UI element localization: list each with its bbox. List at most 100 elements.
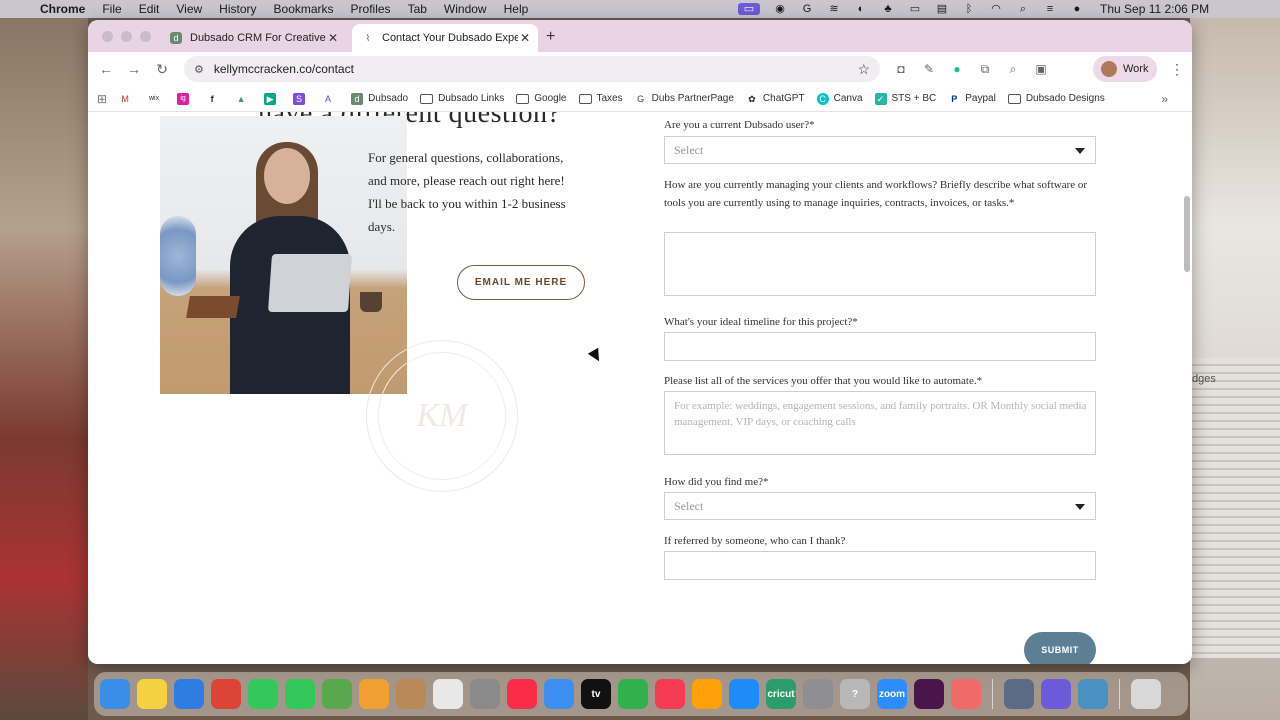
bookmark-s[interactable]: S [293, 92, 310, 105]
dock-reminders-icon[interactable] [433, 679, 463, 709]
address-bar[interactable]: ⚙ kellymccracken.co/contact ☆ [184, 56, 880, 82]
profile-button[interactable]: Work [1093, 56, 1157, 82]
bookmark-canva[interactable]: C Canva [816, 92, 863, 105]
side-panel-icon[interactable]: ▣ [1034, 62, 1048, 76]
menu-tab[interactable]: Tab [408, 2, 427, 16]
close-tab-icon[interactable]: ✕ [328, 31, 338, 45]
chevron-more-icon[interactable]: » [1161, 92, 1168, 106]
page-scrollbar[interactable] [1184, 196, 1190, 272]
menu-view[interactable]: View [176, 2, 202, 16]
dock-asana-icon[interactable] [951, 679, 981, 709]
minimize-window-button[interactable] [121, 31, 132, 42]
battery-icon[interactable]: ▭ [908, 3, 922, 15]
bookmark-google[interactable]: Google [516, 93, 567, 104]
reload-icon[interactable]: ↻ [154, 61, 170, 78]
back-arrow-icon[interactable]: ← [98, 61, 114, 77]
grammarly-icon[interactable]: G [800, 3, 814, 15]
tab-dubsado-crm[interactable]: d Dubsado CRM For Creatives ✕ [160, 24, 346, 52]
dock-facetime-icon[interactable] [248, 679, 278, 709]
menu-history[interactable]: History [219, 2, 256, 16]
dock-messages-icon[interactable] [285, 679, 315, 709]
dock-cricut-icon[interactable]: cricut [766, 679, 796, 709]
tab-contact[interactable]: ⌇ Contact Your Dubsado Expert ✕ [352, 24, 538, 52]
new-tab-icon[interactable]: + [546, 28, 555, 46]
dock-preview-icon[interactable] [1004, 679, 1034, 709]
dock-mail-icon[interactable] [544, 679, 574, 709]
bookmark-dubsado-links[interactable]: Dubsado Links [420, 93, 504, 104]
bookmark-instagram[interactable]: ig [177, 92, 194, 105]
share-icon[interactable]: ♣ [881, 3, 895, 15]
bookmark-facebook[interactable]: f [206, 92, 223, 105]
menu-window[interactable]: Window [444, 2, 487, 16]
focus-icon[interactable]: ◐ [854, 3, 868, 15]
extensions-puzzle-icon[interactable]: ⧉ [978, 62, 992, 76]
bookmark-a[interactable]: A [322, 92, 339, 105]
bookmark-dubs-partnerpage[interactable]: G Dubs PartnerPage [634, 92, 734, 105]
timeline-input[interactable] [664, 332, 1096, 361]
dock-news-icon[interactable] [655, 679, 685, 709]
dock-launchpad-icon[interactable] [470, 679, 500, 709]
wifi-icon[interactable]: ◠ [989, 3, 1003, 15]
dock-zoom-icon[interactable]: zoom [877, 679, 907, 709]
menubar-clock[interactable]: Thu Sep 11 2:06 PM [1100, 2, 1209, 16]
bookmark-gmail[interactable]: M [119, 92, 136, 105]
screenshot-extension-icon[interactable]: ◘ [894, 62, 908, 76]
control-center-icon[interactable]: ≡ [1043, 3, 1057, 15]
dock-system-settings-icon[interactable] [803, 679, 833, 709]
bookmark-google-drive[interactable]: ▲ [235, 92, 252, 105]
dubsado-user-select[interactable]: Select [664, 136, 1096, 164]
dock-trash-icon[interactable] [1131, 679, 1161, 709]
menu-profiles[interactable]: Profiles [351, 2, 391, 16]
grammarly-extension-icon[interactable]: ● [950, 62, 964, 76]
menu-extra-icon[interactable]: ≋ [827, 3, 841, 15]
menu-file[interactable]: File [102, 2, 121, 16]
referral-input[interactable] [664, 551, 1096, 580]
dock-quicktime-icon[interactable] [1078, 679, 1108, 709]
bookmark-wix[interactable]: wix [148, 92, 165, 105]
dock-notes-icon[interactable] [137, 679, 167, 709]
dock-maps-icon[interactable] [322, 679, 352, 709]
eyedropper-extension-icon[interactable]: ✎ [922, 62, 936, 76]
bookmark-dubsado-designs[interactable]: Dubsado Designs [1007, 93, 1105, 104]
bookmark-star-icon[interactable]: ☆ [857, 61, 870, 78]
dock-perplexity-icon[interactable] [1041, 679, 1071, 709]
close-tab-icon[interactable]: ✕ [520, 31, 530, 45]
email-me-button[interactable]: EMAIL ME HERE [457, 265, 585, 300]
menu-edit[interactable]: Edit [139, 2, 160, 16]
bookmark-paypal[interactable]: P Paypal [948, 92, 996, 105]
dock-app-store-icon[interactable] [729, 679, 759, 709]
bookmark-sts-bc[interactable]: ✓ STS + BC [874, 92, 936, 105]
how-found-select[interactable]: Select [664, 492, 1096, 520]
dock-slack-icon[interactable] [914, 679, 944, 709]
apps-grid-icon[interactable]: ⊞ [97, 92, 107, 106]
dock-finder-icon[interactable] [100, 679, 130, 709]
dock-numbers-icon[interactable] [618, 679, 648, 709]
close-window-button[interactable] [102, 31, 113, 42]
site-info-icon[interactable]: ⚙ [194, 63, 204, 76]
dock-chrome-icon[interactable] [211, 679, 241, 709]
dock-music-icon[interactable] [507, 679, 537, 709]
dock-pages-icon[interactable] [692, 679, 722, 709]
services-textarea[interactable]: For example: weddings, engagement sessio… [664, 391, 1096, 455]
bookmark-dubsado[interactable]: d Dubsado [351, 92, 408, 105]
dock-contacts-icon[interactable] [396, 679, 426, 709]
current-tools-textarea[interactable] [664, 232, 1096, 296]
bookmark-meet[interactable]: ▶ [264, 92, 281, 105]
spotlight-search-icon[interactable]: ⌕ [1016, 3, 1030, 15]
menu-app-name[interactable]: Chrome [40, 2, 85, 16]
more-menu-icon[interactable]: ⋮ [1170, 61, 1184, 78]
submit-button[interactable]: SUBMIT [1024, 632, 1096, 664]
dock-help-icon[interactable]: ? [840, 679, 870, 709]
camera-icon[interactable]: ◉ [773, 3, 787, 15]
menu-bookmarks[interactable]: Bookmarks [274, 2, 334, 16]
dock-photos-icon[interactable] [359, 679, 389, 709]
siri-icon[interactable]: ● [1070, 3, 1084, 15]
forward-arrow-icon[interactable]: → [126, 61, 142, 77]
dock-tv-icon[interactable]: tv [581, 679, 611, 709]
bluetooth-icon[interactable]: ᛒ [962, 3, 976, 15]
bookmark-chatgpt[interactable]: ✿ ChatGPT [745, 92, 805, 105]
menu-help[interactable]: Help [504, 2, 529, 16]
bookmark-taxes[interactable]: Taxes [578, 93, 623, 104]
maximize-window-button[interactable] [140, 31, 151, 42]
display-icon[interactable]: ▤ [935, 3, 949, 15]
